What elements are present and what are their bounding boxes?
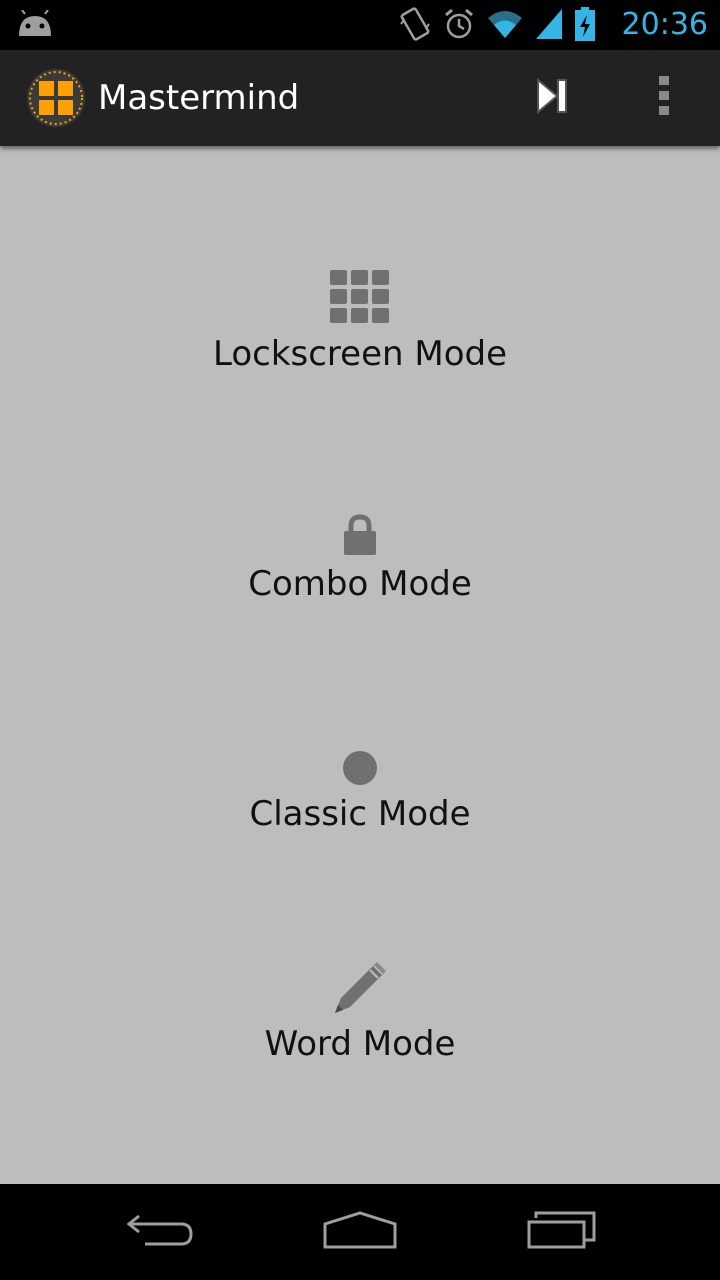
status-time: 20:36: [621, 7, 708, 42]
circle-icon: [342, 720, 378, 786]
mode-label: Lockscreen Mode: [213, 334, 507, 374]
mode-item-classic[interactable]: Classic Mode: [0, 720, 720, 880]
status-icons: [398, 6, 596, 46]
overflow-menu-button[interactable]: [634, 70, 694, 126]
pencil-icon: [332, 950, 388, 1016]
recents-icon: [526, 1210, 598, 1254]
skip-next-icon: [535, 77, 569, 118]
mode-label: Combo Mode: [248, 564, 472, 604]
mode-item-word[interactable]: Word Mode: [0, 950, 720, 1110]
mode-label: Classic Mode: [249, 794, 471, 834]
back-button[interactable]: [100, 1202, 220, 1262]
back-icon: [125, 1210, 195, 1254]
signal-icon: [534, 7, 564, 45]
lock-icon: [342, 490, 378, 556]
vibrate-icon: [398, 6, 432, 46]
mode-item-lockscreen[interactable]: Lockscreen Mode: [0, 260, 720, 420]
skip-button[interactable]: [520, 70, 584, 126]
android-debug-icon: [16, 9, 54, 42]
alarm-icon: [442, 7, 476, 45]
mode-item-combo[interactable]: Combo Mode: [0, 490, 720, 650]
status-bar: 20:36: [0, 0, 720, 50]
wifi-icon: [486, 8, 524, 44]
overflow-menu-icon: [658, 75, 670, 121]
battery-charging-icon: [574, 6, 596, 46]
grid-icon: [330, 260, 390, 326]
home-button[interactable]: [300, 1202, 420, 1262]
recents-button[interactable]: [502, 1202, 622, 1262]
action-bar: Mastermind: [0, 50, 720, 146]
home-icon: [322, 1210, 398, 1254]
nav-bar: [0, 1184, 720, 1280]
app-title: Mastermind: [98, 78, 300, 118]
mode-label: Word Mode: [264, 1024, 456, 1064]
mastermind-logo-icon[interactable]: [26, 68, 86, 128]
